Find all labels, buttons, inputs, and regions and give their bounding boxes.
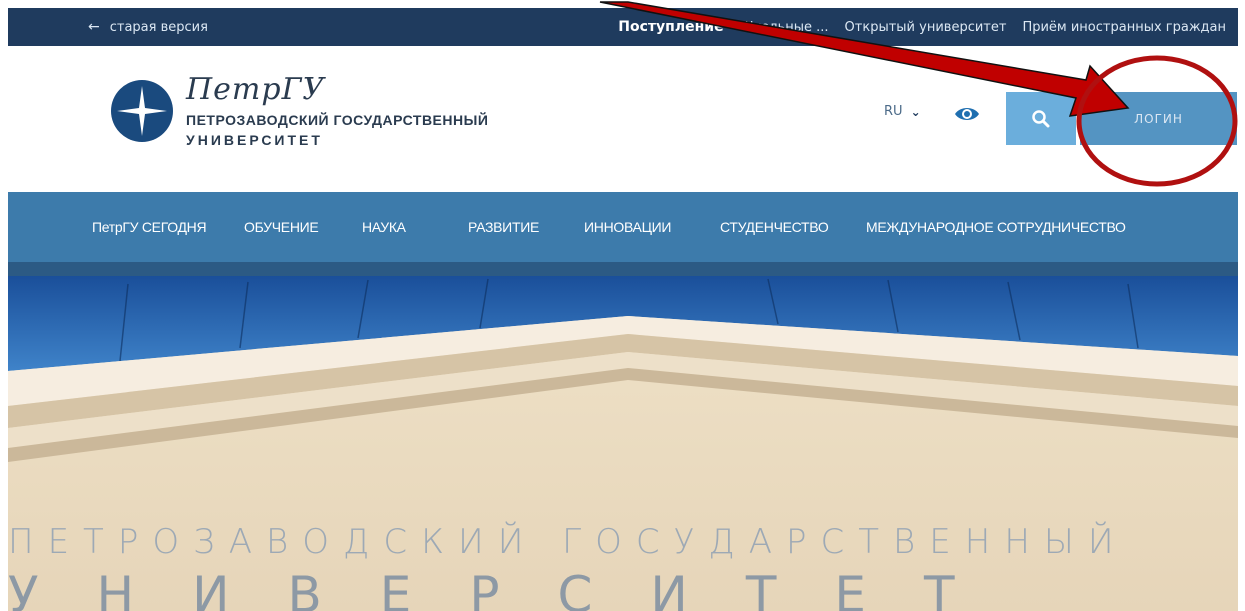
nav-item-science[interactable]: НАУКА <box>362 192 406 262</box>
university-logo[interactable] <box>111 80 173 142</box>
search-button[interactable] <box>1006 92 1076 145</box>
nav-item-students[interactable]: СТУДЕНЧЕСТВО <box>720 192 829 262</box>
star-compass-icon <box>111 80 173 142</box>
header: ПетрГУ ПЕТРОЗАВОДСКИЙ ГОСУДАРСТВЕННЫЙ УН… <box>8 46 1238 192</box>
main-nav: ПетрГУ СЕГОДНЯ ОБУЧЕНИЕ НАУКА РАЗВИТИЕ И… <box>8 192 1238 262</box>
top-link-open-university[interactable]: Открытый университет <box>845 20 1007 35</box>
nav-item-development[interactable]: РАЗВИТИЕ <box>468 192 539 262</box>
top-link-school[interactable]: Школьные ... <box>740 20 829 35</box>
brand-name-line1: ПЕТРОЗАВОДСКИЙ ГОСУДАРСТВЕННЫЙ <box>186 112 489 128</box>
nav-item-innovations[interactable]: ИННОВАЦИИ <box>584 192 671 262</box>
chevron-down-icon: ⌄ <box>910 104 921 119</box>
old-version-label: старая версия <box>109 19 208 35</box>
search-icon <box>1032 109 1050 127</box>
language-label: RU <box>884 104 903 119</box>
nav-item-international[interactable]: МЕЖДУНАРОДНОЕ СОТРУДНИЧЕСТВО <box>866 192 1126 262</box>
nav-underband <box>8 262 1238 276</box>
login-button[interactable]: ЛОГИН <box>1080 92 1237 145</box>
old-version-link[interactable]: ← старая версия <box>88 8 208 46</box>
hero-caption-line1: ПЕТРОЗАВОДСКИЙ ГОСУДАРСТВЕННЫЙ <box>8 522 1128 562</box>
language-selector[interactable]: RU ⌄ <box>884 104 921 119</box>
top-link-foreign[interactable]: Приём иностранных граждан <box>1022 20 1226 35</box>
brand-name-line2: УНИВЕРСИТЕТ <box>186 132 323 148</box>
brand-script: ПетрГУ <box>186 72 326 107</box>
nav-item-today[interactable]: ПетрГУ СЕГОДНЯ <box>92 192 207 262</box>
top-links: Поступление Школьные ... Открытый универ… <box>618 8 1226 46</box>
top-link-admission[interactable]: Поступление <box>618 19 723 35</box>
hero-caption-line2: УНИВЕРСИТЕТ <box>8 566 1013 611</box>
nav-item-education[interactable]: ОБУЧЕНИЕ <box>244 192 319 262</box>
arrow-left-icon: ← <box>88 19 100 35</box>
top-bar: ← старая версия Поступление Школьные ...… <box>8 8 1238 46</box>
hero-image: ПЕТРОЗАВОДСКИЙ ГОСУДАРСТВЕННЫЙ УНИВЕРСИТ… <box>8 276 1238 611</box>
eye-icon[interactable] <box>954 104 980 124</box>
